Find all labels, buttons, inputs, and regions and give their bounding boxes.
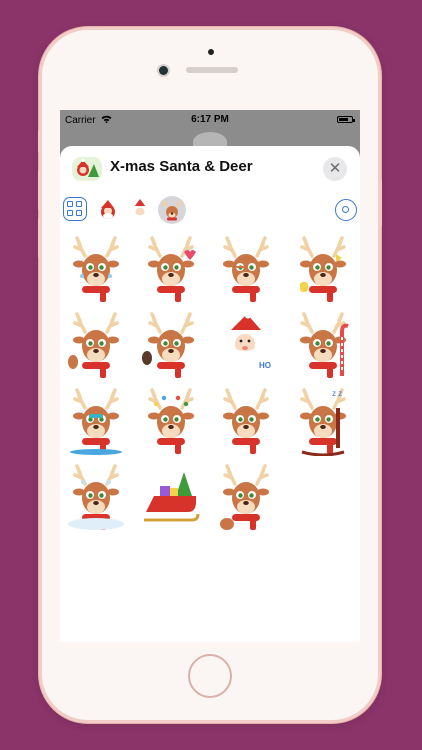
deer-frozen-illustration: [68, 464, 124, 530]
volume-up-button: [38, 170, 41, 210]
santa-ho-ho-illustration: HO: [227, 311, 271, 370]
power-button: [379, 180, 382, 226]
mute-switch: [38, 130, 41, 152]
sticker-deer-lights[interactable]: [140, 386, 202, 456]
deer-lights-illustration: [148, 388, 194, 454]
sticker-santa-ho-ho[interactable]: HO: [215, 310, 277, 380]
sensor-dot: [208, 49, 214, 55]
deer-crying-illustration: [73, 236, 119, 302]
sticker-sheet: X-mas Santa & Deer ✕ HO z z: [60, 146, 360, 642]
phone-frame: Carrier 6:17 PM X-mas Santa & Deer ✕ HO …: [38, 30, 382, 720]
sticker-deer-dancing[interactable]: [215, 462, 277, 532]
front-camera: [159, 66, 168, 75]
volume-down-button: [38, 218, 41, 258]
svg-text:z z: z z: [332, 389, 342, 398]
deer-waving-illustration: [68, 312, 119, 378]
sticker-deer-snowboarding[interactable]: [65, 386, 127, 456]
santa-pack-icon[interactable]: [94, 196, 122, 224]
app-icon: [72, 157, 102, 181]
sticker-pack-title: X-mas Santa & Deer: [110, 158, 253, 175]
clock: 6:17 PM: [191, 114, 229, 125]
sticker-settings-icon[interactable]: [335, 199, 357, 221]
sticker-deer-thumbs-up[interactable]: [292, 234, 354, 304]
deer-wink-illustration: [223, 236, 269, 302]
earpiece-speaker: [186, 67, 238, 73]
svg-text:HO: HO: [259, 361, 271, 370]
battery-icon: [337, 116, 355, 123]
sticker-deer-kiss[interactable]: [140, 234, 202, 304]
deer-pack-icon[interactable]: [158, 196, 186, 224]
home-button[interactable]: [188, 654, 232, 698]
sticker-santa-sleigh[interactable]: [140, 462, 202, 532]
santa-sleigh-illustration: [144, 472, 200, 522]
deer-scarf-illustration: [223, 388, 269, 454]
screen: Carrier 6:17 PM X-mas Santa & Deer ✕ HO …: [60, 110, 360, 642]
deer-thumbs-up-illustration: [300, 236, 346, 302]
sticker-deer-waving-alt[interactable]: [140, 310, 202, 380]
sticker-deer-candy-cane[interactable]: [292, 310, 354, 380]
sticker-deer-frozen[interactable]: [65, 462, 127, 532]
sticker-deer-wink[interactable]: [215, 234, 277, 304]
deer-kiss-illustration: [148, 236, 196, 302]
deer-waving-alt-illustration: [142, 312, 194, 378]
close-button[interactable]: ✕: [323, 157, 347, 181]
santa-face-pack-icon[interactable]: [126, 196, 154, 224]
sticker-deer-waving[interactable]: [65, 310, 127, 380]
pack-toolbar: [60, 192, 360, 226]
deer-dancing-illustration: [220, 464, 269, 530]
sticker-deer-crying[interactable]: [65, 234, 127, 304]
app-drawer-grid-icon[interactable]: [63, 197, 87, 221]
deer-rocking-chair-illustration: z z: [300, 388, 346, 457]
status-bar: Carrier 6:17 PM: [60, 110, 360, 130]
sticker-deer-rocking-chair[interactable]: z z: [292, 386, 354, 457]
deer-snowboarding-illustration: [70, 388, 122, 455]
deer-candy-cane-illustration: [300, 312, 349, 378]
sticker-deer-scarf[interactable]: [215, 386, 277, 456]
